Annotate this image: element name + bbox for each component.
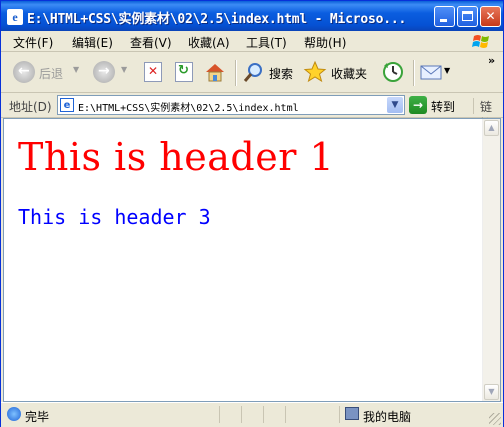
search-icon xyxy=(243,63,262,82)
stop-icon: ✕ xyxy=(144,62,162,82)
page-icon: e xyxy=(60,98,74,112)
standard-toolbar: ← 后退 ▼ → ▼ ✕ ↻ 搜索 收藏夹 ▼ » xyxy=(1,52,503,93)
page-content: This is header 1 This is header 3 ▲ ▼ xyxy=(3,118,501,402)
scroll-up-button[interactable]: ▲ xyxy=(484,120,499,136)
header-1: This is header 1 xyxy=(18,135,335,179)
menu-help[interactable]: 帮助(H) xyxy=(304,34,346,51)
search-button[interactable]: 搜索 xyxy=(243,60,297,84)
back-button[interactable]: ← 后退 ▼ xyxy=(11,60,81,84)
favorites-label: 收藏夹 xyxy=(331,67,368,81)
toolbar-separator xyxy=(413,60,415,86)
status-divider xyxy=(263,406,265,423)
minimize-button[interactable] xyxy=(434,6,455,27)
status-divider xyxy=(339,406,341,423)
back-label: 后退 xyxy=(39,67,64,81)
scroll-down-button[interactable]: ▼ xyxy=(484,384,499,400)
title-bar[interactable]: e E:\HTML+CSS\实例素材\02\2.5\index.html - M… xyxy=(1,1,503,31)
forward-dropdown-icon[interactable]: ▼ xyxy=(121,65,127,74)
maximize-icon xyxy=(462,11,473,21)
status-bar: 完毕 我的电脑 xyxy=(1,402,503,427)
menu-edit[interactable]: 编辑(E) xyxy=(72,34,113,51)
mail-button[interactable]: ▼ xyxy=(419,60,453,84)
maximize-button[interactable] xyxy=(457,6,478,27)
address-value: E:\HTML+CSS\实例素材\02\2.5\index.html xyxy=(78,103,299,114)
star-icon xyxy=(303,60,327,83)
status-divider xyxy=(241,406,243,423)
vertical-scrollbar[interactable]: ▲ ▼ xyxy=(482,119,500,401)
back-dropdown-icon[interactable]: ▼ xyxy=(73,65,79,74)
stop-button[interactable]: ✕ xyxy=(142,60,166,84)
go-label: 转到 xyxy=(431,100,456,114)
home-button[interactable] xyxy=(203,60,229,84)
browser-window: e E:\HTML+CSS\实例素材\02\2.5\index.html - M… xyxy=(0,0,504,427)
resize-grip[interactable] xyxy=(489,413,501,425)
history-icon xyxy=(383,62,403,82)
windows-logo-icon xyxy=(472,35,489,48)
links-toolbar[interactable]: 链接 xyxy=(473,98,503,131)
window-title: E:\HTML+CSS\实例素材\02\2.5\index.html - Mic… xyxy=(27,12,407,27)
menu-file[interactable]: 文件(F) xyxy=(13,34,53,51)
favorites-button[interactable]: 收藏夹 xyxy=(303,60,373,84)
close-icon: ✕ xyxy=(485,9,496,23)
forward-button[interactable]: → ▼ xyxy=(91,60,131,84)
back-arrow-icon: ← xyxy=(13,61,35,83)
refresh-button[interactable]: ↻ xyxy=(173,60,197,84)
address-input[interactable]: e E:\HTML+CSS\实例素材\02\2.5\index.html ▼ xyxy=(57,95,405,115)
status-divider xyxy=(219,406,221,423)
header-3: This is header 3 xyxy=(18,205,211,229)
forward-arrow-icon: → xyxy=(93,61,115,83)
chevron-down-icon: ▼ xyxy=(488,387,495,396)
toolbar-separator xyxy=(235,60,237,86)
menu-favorites[interactable]: 收藏(A) xyxy=(188,34,230,51)
address-dropdown-button[interactable]: ▼ xyxy=(387,97,403,113)
ie-page-icon: e xyxy=(7,9,23,25)
status-text: 完毕 xyxy=(25,410,50,424)
toolbar-overflow-chevron-icon[interactable]: » xyxy=(488,54,495,67)
home-icon xyxy=(206,64,224,82)
history-button[interactable] xyxy=(381,60,407,84)
address-bar: 地址(D) e E:\HTML+CSS\实例素材\02\2.5\index.ht… xyxy=(1,93,503,131)
mail-dropdown-icon[interactable]: ▼ xyxy=(444,66,450,75)
close-button[interactable]: ✕ xyxy=(480,6,501,27)
my-computer-icon xyxy=(345,407,359,420)
chevron-down-icon: ▼ xyxy=(391,100,399,110)
page-status-icon xyxy=(7,407,21,421)
security-zone-text: 我的电脑 xyxy=(363,410,412,424)
menu-bar: 文件(F) 编辑(E) 查看(V) 收藏(A) 工具(T) 帮助(H) xyxy=(1,31,503,52)
chevron-up-icon: ▲ xyxy=(488,123,495,132)
minimize-icon xyxy=(440,19,447,22)
menu-view[interactable]: 查看(V) xyxy=(130,34,172,51)
refresh-icon: ↻ xyxy=(175,62,193,82)
status-divider xyxy=(285,406,287,423)
address-label: 地址(D) xyxy=(9,100,52,114)
mail-icon xyxy=(420,65,442,80)
menu-tools[interactable]: 工具(T) xyxy=(246,34,287,51)
go-arrow-icon: → xyxy=(409,96,427,114)
search-label: 搜索 xyxy=(269,67,294,81)
